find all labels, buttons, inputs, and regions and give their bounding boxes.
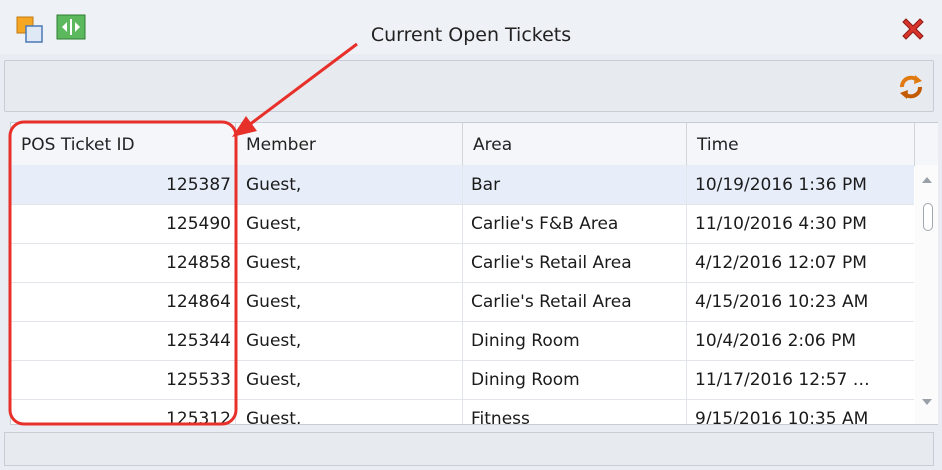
ticket-id-cell: 125312: [11, 399, 236, 424]
vertical-scrollbar[interactable]: [915, 165, 938, 424]
scrollbar-thumb[interactable]: [923, 203, 933, 231]
member-cell: Guest,: [236, 360, 463, 399]
table-row[interactable]: 125533 Guest, Dining Room 11/17/2016 12:…: [11, 360, 914, 400]
table-row[interactable]: 125344 Guest, Dining Room 10/4/2016 2:06…: [11, 321, 914, 361]
window-title: Current Open Tickets: [370, 24, 572, 46]
time-cell: 11/17/2016 12:57 …: [695, 370, 870, 390]
time-cell: 10/19/2016 1:36 PM: [695, 175, 867, 195]
area-cell: Bar: [463, 165, 687, 204]
member-cell: Guest,: [236, 165, 463, 204]
tickets-grid: POS Ticket ID Member Area Time 125387 Gu…: [10, 122, 938, 425]
column-header-pos-ticket-id[interactable]: POS Ticket ID: [11, 123, 236, 165]
area-cell: Dining Room: [463, 360, 687, 399]
ticket-id-cell: 125344: [11, 321, 236, 360]
column-header-member[interactable]: Member: [236, 123, 463, 165]
ticket-id-cell: 125533: [11, 360, 236, 399]
table-row[interactable]: 125387 Guest, Bar 10/19/2016 1:36 PM: [11, 165, 914, 205]
ticket-id-cell: 124858: [11, 243, 236, 282]
toolbar: [4, 60, 934, 112]
scroll-up-arrow-icon[interactable]: [922, 177, 932, 183]
status-bar: [4, 432, 934, 466]
area-cell: Carlie's F&B Area: [463, 204, 687, 243]
ticket-id-cell: 124864: [11, 282, 236, 321]
time-cell: 10/4/2016 2:06 PM: [695, 331, 857, 351]
refresh-icon[interactable]: [897, 73, 925, 101]
ticket-id-cell: 125490: [11, 204, 236, 243]
member-cell: Guest,: [236, 282, 463, 321]
column-header-time[interactable]: Time: [687, 123, 915, 165]
area-cell: Carlie's Retail Area: [463, 282, 687, 321]
area-cell: Carlie's Retail Area: [463, 243, 687, 282]
area-cell: Dining Room: [463, 321, 687, 360]
table-row[interactable]: 124858 Guest, Carlie's Retail Area 4/12/…: [11, 243, 914, 283]
table-row[interactable]: 125490 Guest, Carlie's F&B Area 11/10/20…: [11, 204, 914, 244]
member-cell: Guest,: [236, 399, 463, 424]
member-cell: Guest,: [236, 243, 463, 282]
time-cell: 4/15/2016 10:23 AM: [695, 292, 869, 312]
grid-header: POS Ticket ID Member Area Time: [11, 123, 938, 166]
table-row[interactable]: 125312 Guest, Fitness 9/15/2016 10:35 AM: [11, 399, 914, 425]
area-cell: Fitness: [463, 399, 687, 424]
time-cell: 4/12/2016 12:07 PM: [695, 253, 867, 273]
member-cell: Guest,: [236, 321, 463, 360]
column-header-area[interactable]: Area: [463, 123, 687, 165]
time-cell: 9/15/2016 10:35 AM: [695, 409, 869, 425]
member-cell: Guest,: [236, 204, 463, 243]
table-row[interactable]: 124864 Guest, Carlie's Retail Area 4/15/…: [11, 282, 914, 322]
time-cell: 11/10/2016 4:30 PM: [695, 214, 867, 234]
close-icon[interactable]: [896, 12, 930, 46]
title-bar: Current Open Tickets: [0, 0, 942, 54]
scroll-down-arrow-icon[interactable]: [922, 399, 932, 405]
ticket-id-cell: 125387: [11, 165, 236, 204]
